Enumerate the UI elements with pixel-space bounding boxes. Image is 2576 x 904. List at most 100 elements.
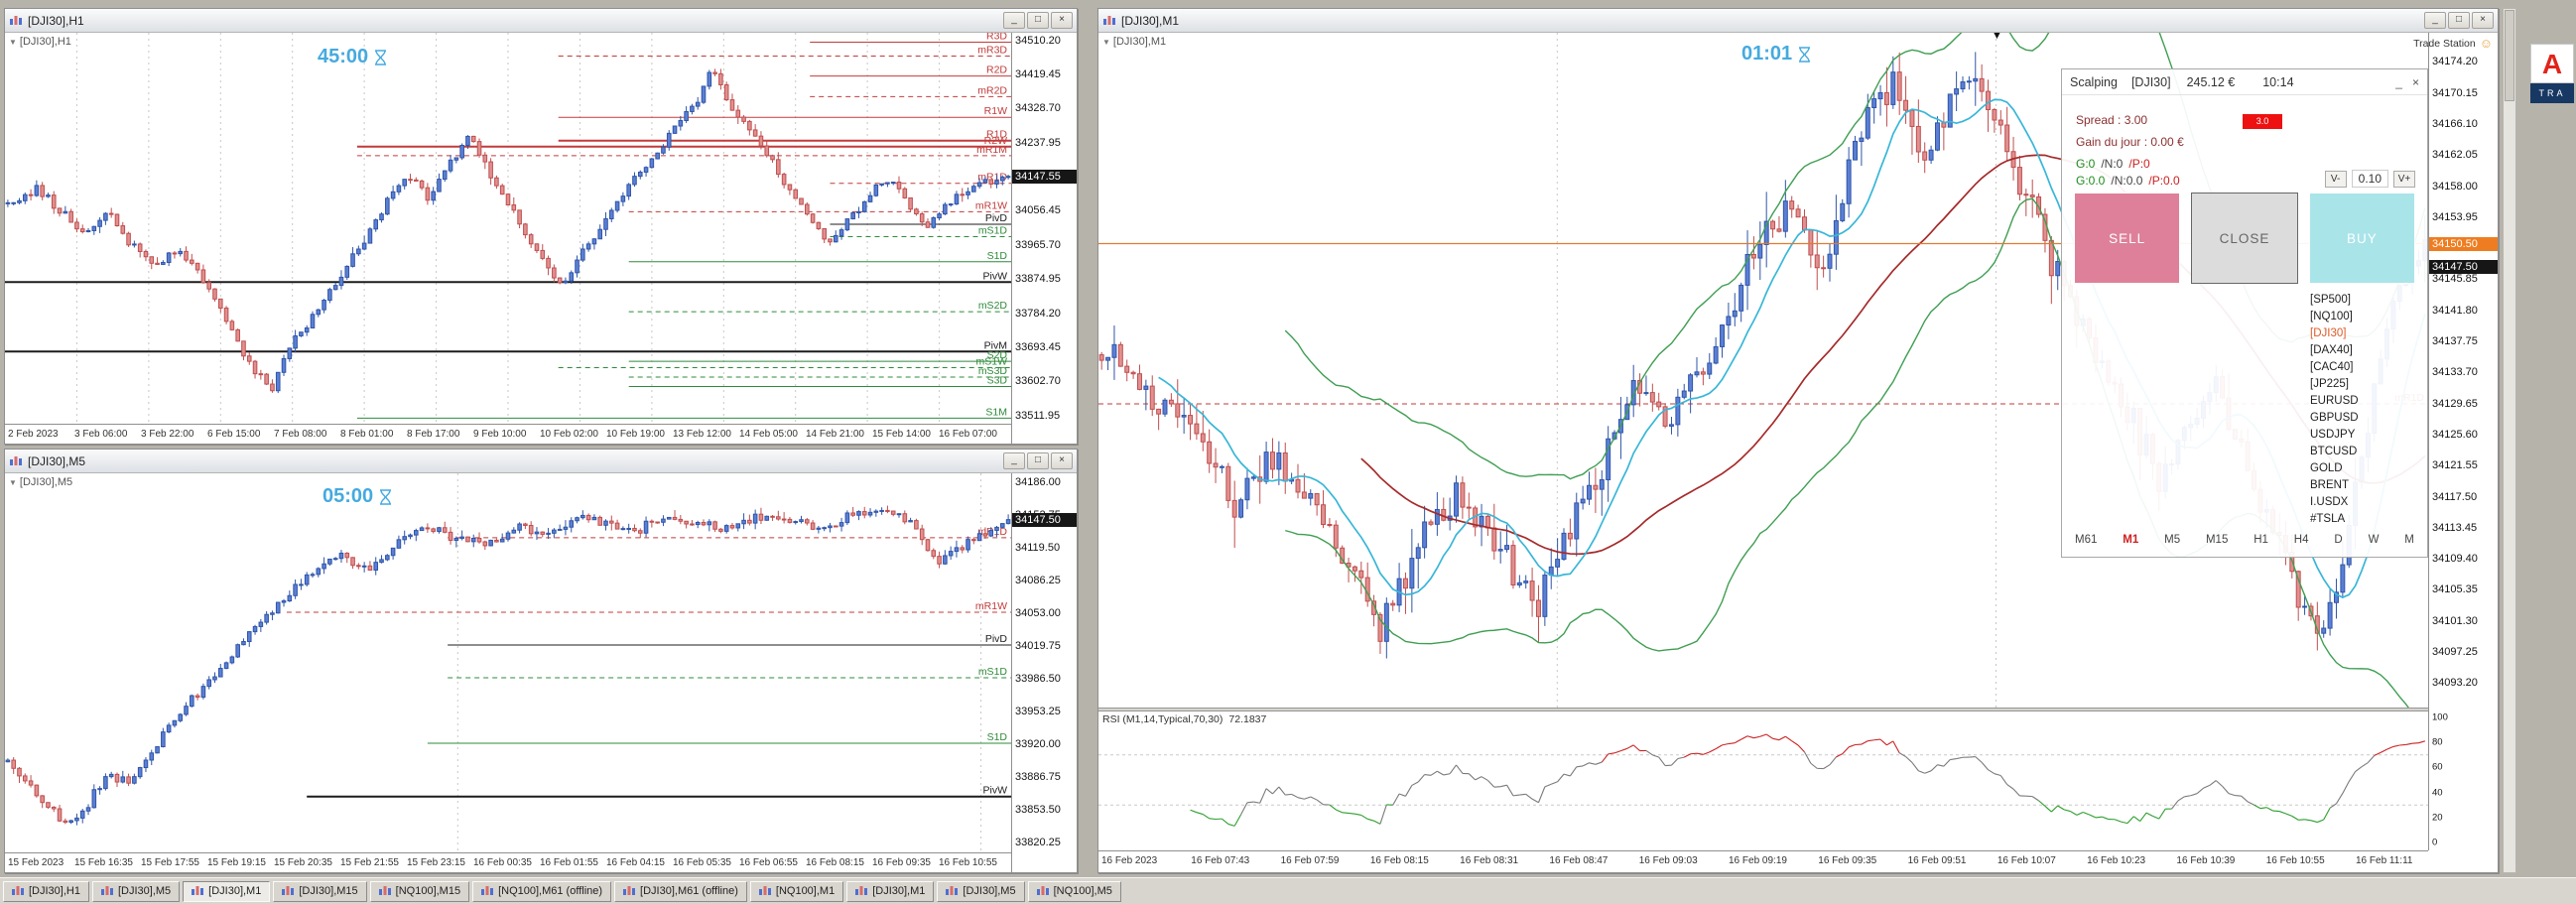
spread-badge: 3.0 xyxy=(2243,114,2282,129)
symbol-item[interactable]: [SP500] xyxy=(2310,292,2359,309)
symbol-item[interactable]: GBPUSD xyxy=(2310,410,2359,427)
timeframe-button[interactable]: M5 xyxy=(2164,534,2180,546)
sell-button[interactable]: SELL xyxy=(2074,193,2180,284)
minimize-button[interactable]: _ xyxy=(1003,452,1025,469)
rsi-value: 72.1837 xyxy=(1228,713,1266,725)
chart-tab-icon xyxy=(623,886,635,896)
taskbar-tab[interactable]: [DJI30],M1 xyxy=(846,881,934,902)
chart-icon xyxy=(1102,15,1116,27)
timeframe-button[interactable]: H4 xyxy=(2294,534,2309,546)
symbol-list: [SP500][NQ100][DJI30][DAX40][CAC40][JP22… xyxy=(2310,292,2359,528)
price-tick: 34166.10 xyxy=(2432,118,2478,130)
symbol-item[interactable]: [DAX40] xyxy=(2310,342,2359,359)
taskbar-tab[interactable]: [DJI30],M5 xyxy=(937,881,1024,902)
time-label: 15 Feb 2023 xyxy=(8,857,64,868)
taskbar-tab[interactable]: [DJI30],M61 (offline) xyxy=(614,881,747,902)
minimize-button[interactable]: _ xyxy=(2424,12,2446,29)
restore-button[interactable]: □ xyxy=(1027,452,1049,469)
panel-minimize-button[interactable]: _ xyxy=(2395,75,2402,89)
symbol-item[interactable]: USDJPY xyxy=(2310,427,2359,444)
timeframe-button[interactable]: D xyxy=(2334,534,2342,546)
symbol-item[interactable]: BRENT xyxy=(2310,477,2359,494)
symbol-item[interactable]: [DJI30] xyxy=(2310,325,2359,342)
price-axis[interactable]: 34510.2034419.4534328.7034237.9534147.20… xyxy=(1011,33,1077,444)
current-price-badge: 34150.50 xyxy=(2429,237,2498,251)
window-titlebar[interactable]: [DJI30],M1 _ □ × xyxy=(1098,9,2498,33)
time-label: 16 Feb 07:00 xyxy=(939,429,997,440)
chart-symbol-label: [DJI30],M1 xyxy=(1113,36,1166,48)
price-tick: 34186.00 xyxy=(1015,476,1061,488)
time-label: 15 Feb 19:15 xyxy=(207,857,266,868)
minimize-button[interactable]: _ xyxy=(1003,12,1025,29)
rsi-indicator-pane[interactable]: RSI (M1,14,Typical,70,30) 72.1837 xyxy=(1098,711,2428,850)
svg-text:mR1M: mR1M xyxy=(976,144,1007,156)
time-label: 15 Feb 14:00 xyxy=(872,429,931,440)
price-tick: 34101.30 xyxy=(2432,615,2478,627)
svg-text:PivW: PivW xyxy=(983,785,1008,797)
restore-button[interactable]: □ xyxy=(1027,12,1049,29)
restore-button[interactable]: □ xyxy=(2448,12,2470,29)
smiley-icon[interactable]: ☺ xyxy=(2480,36,2493,51)
oneclick-trading-arrow-icon[interactable]: ▼ xyxy=(9,38,17,47)
svg-text:PivD: PivD xyxy=(985,212,1008,224)
pane-splitter[interactable] xyxy=(1098,708,2498,711)
oneclick-trading-arrow-icon[interactable]: ▼ xyxy=(9,478,17,487)
close-button[interactable]: × xyxy=(1051,12,1073,29)
timeframe-button[interactable]: M1 xyxy=(2123,534,2138,546)
price-chart-h1[interactable]: R3DmR3DR2DmR2DR1WR1DR2WmR1MmR1DmR1WPivDm… xyxy=(5,33,1011,424)
symbol-item[interactable]: GOLD xyxy=(2310,460,2359,477)
symbol-item[interactable]: BTCUSD xyxy=(2310,444,2359,460)
time-label: 16 Feb 08:47 xyxy=(1549,855,1608,866)
taskbar-tab[interactable]: [NQ100],M15 xyxy=(370,881,469,902)
symbol-item[interactable]: [JP225] xyxy=(2310,376,2359,393)
price-tick: 34328.70 xyxy=(1015,102,1061,114)
time-label: 9 Feb 10:00 xyxy=(473,429,526,440)
trade-panel: Scalping [DJI30] 245.12 € 10:14 _ × Spre… xyxy=(2061,68,2428,558)
volume-decrease-button[interactable]: V- xyxy=(2325,171,2347,188)
window-titlebar[interactable]: [DJI30],M5 _ □ × xyxy=(5,450,1077,473)
close-button[interactable]: × xyxy=(2472,12,2494,29)
taskbar-tab[interactable]: [NQ100],M61 (offline) xyxy=(472,881,611,902)
price-axis[interactable]: 34174.2034170.1534166.1034162.0534158.00… xyxy=(2428,33,2498,850)
time-label: 16 Feb 00:35 xyxy=(473,857,532,868)
window-titlebar[interactable]: [DJI30],H1 _ □ × xyxy=(5,9,1077,33)
price-tick: 34056.45 xyxy=(1015,204,1061,216)
symbol-item[interactable]: [CAC40] xyxy=(2310,359,2359,376)
volume-increase-button[interactable]: V+ xyxy=(2393,171,2415,188)
price-axis[interactable]: 34186.0034152.7534119.5034086.2534053.00… xyxy=(1011,473,1077,872)
taskbar-tab[interactable]: [NQ100],M1 xyxy=(750,881,843,902)
taskbar-tab[interactable]: [NQ100],M5 xyxy=(1028,881,1121,902)
candle-countdown-timer: 01:01 xyxy=(1741,43,1811,65)
daily-gain-label: Gain du jour : 0.00 € xyxy=(2076,135,2184,149)
close-position-button[interactable]: CLOSE xyxy=(2191,193,2297,284)
taskbar-tab[interactable]: [DJI30],M15 xyxy=(273,881,366,902)
scrollbar-thumb[interactable] xyxy=(2505,10,2514,101)
timeframe-button[interactable]: M15 xyxy=(2206,534,2228,546)
volume-value[interactable]: 0.10 xyxy=(2352,170,2388,188)
buy-button[interactable]: BUY xyxy=(2309,193,2415,284)
time-label: 8 Feb 01:00 xyxy=(340,429,393,440)
symbol-item[interactable]: #TSLA xyxy=(2310,511,2359,528)
time-axis: 16 Feb 202316 Feb 07:4316 Feb 07:5916 Fe… xyxy=(1098,850,2428,872)
panel-close-button[interactable]: × xyxy=(2412,75,2419,89)
timeframe-button[interactable]: M xyxy=(2404,534,2414,546)
timeframe-button[interactable]: H1 xyxy=(2254,534,2268,546)
vertical-scrollbar[interactable] xyxy=(2503,8,2516,873)
close-button[interactable]: × xyxy=(1051,452,1073,469)
svg-text:mR1W: mR1W xyxy=(975,600,1007,612)
taskbar-tab[interactable]: [DJI30],M1 xyxy=(183,881,270,902)
timeframe-button[interactable]: M61 xyxy=(2075,534,2097,546)
price-tick: 34105.35 xyxy=(2432,583,2478,595)
symbol-item[interactable]: [NQ100] xyxy=(2310,309,2359,325)
oneclick-trading-arrow-icon[interactable]: ▼ xyxy=(1102,38,1110,47)
symbol-item[interactable]: I.USDX xyxy=(2310,494,2359,511)
time-label: 6 Feb 15:00 xyxy=(207,429,260,440)
price-chart-m5[interactable]: mR1DmR1WPivDmS1DS1DPivW xyxy=(5,473,1011,852)
taskbar-tab[interactable]: [DJI30],M5 xyxy=(92,881,180,902)
timeframe-button[interactable]: W xyxy=(2369,534,2380,546)
symbol-item[interactable]: EURUSD xyxy=(2310,393,2359,410)
chart-window-h1: [DJI30],H1 _ □ × R3DmR3DR2DmR2DR1WR1DR2W… xyxy=(4,8,1078,445)
taskbar-tab[interactable]: [DJI30],H1 xyxy=(3,881,89,902)
time-axis: 2 Feb 20233 Feb 06:003 Feb 22:006 Feb 15… xyxy=(5,424,1011,444)
trade-panel-header[interactable]: Scalping [DJI30] 245.12 € 10:14 _ × xyxy=(2062,69,2427,95)
